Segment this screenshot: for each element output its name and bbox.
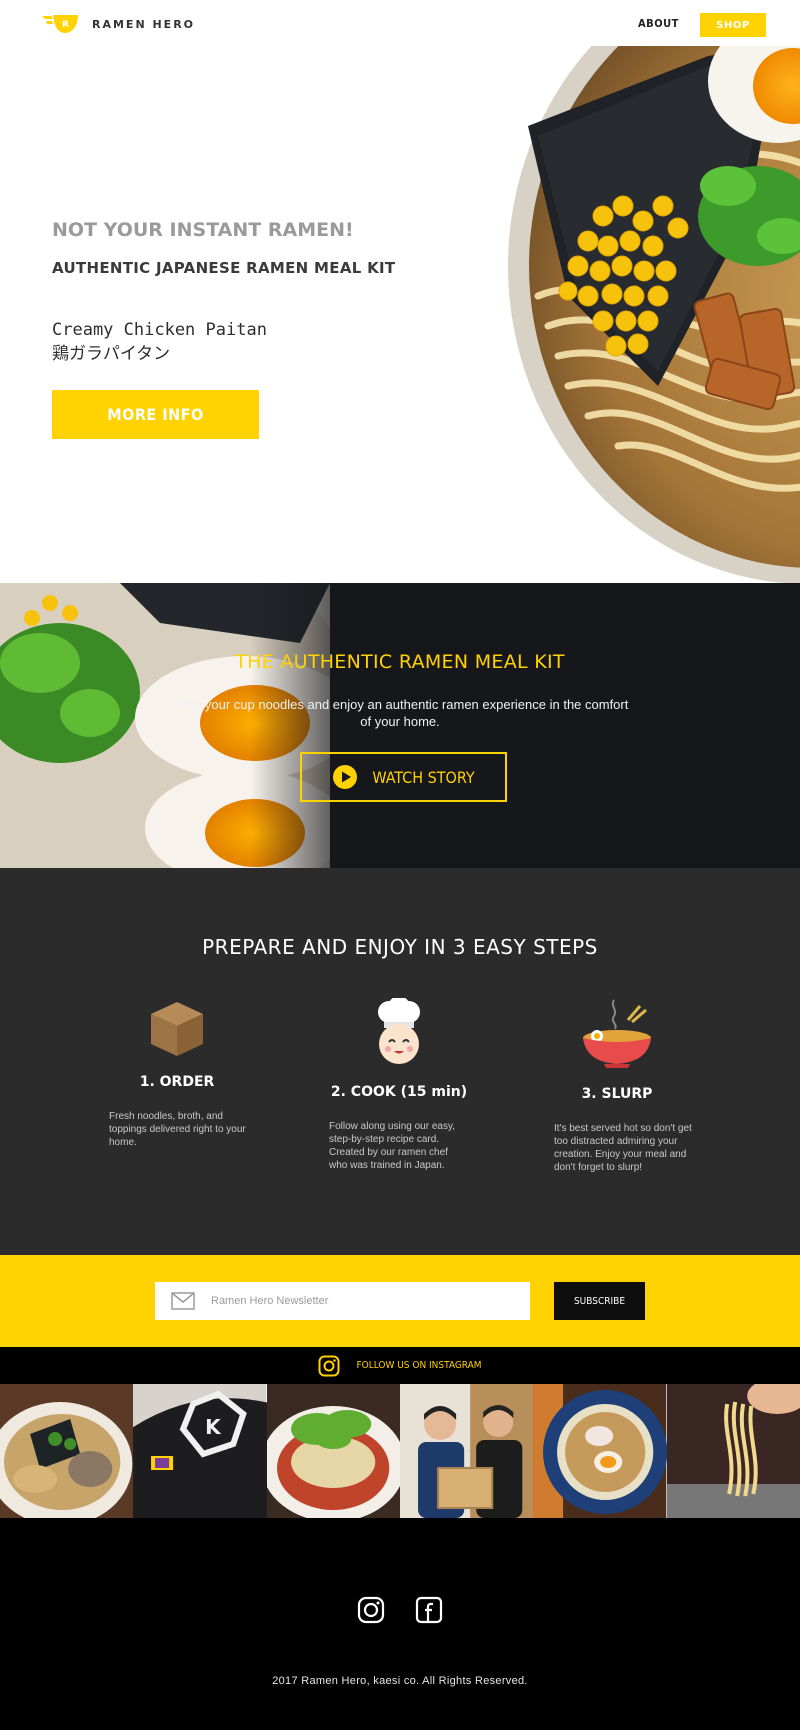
instagram-gallery: K — [0, 1384, 800, 1518]
watch-story-button[interactable]: WATCH STORY — [300, 752, 507, 802]
box-icon — [151, 1002, 203, 1056]
instagram-follow-label: FOLLOW US ON INSTAGRAM — [356, 1360, 482, 1371]
newsletter-email-input[interactable] — [211, 1295, 511, 1307]
chef-icon — [378, 998, 420, 1064]
gallery-photo-team[interactable] — [399, 1384, 534, 1518]
step-slurp-text: It's best served hot so don't get too di… — [554, 1123, 692, 1173]
site-header: R RAMEN HERO ABOUT SHOP — [0, 0, 800, 46]
copyright-text: 2017 Ramen Hero, kaesi co. All Rights Re… — [272, 1675, 528, 1687]
watch-story-label: WATCH STORY — [372, 767, 475, 787]
play-icon — [333, 765, 358, 789]
newsletter-section: SUBSCRIBE — [0, 1255, 800, 1347]
hero-tagline: NOT YOUR INSTANT RAMEN! — [52, 219, 354, 241]
gallery-photo-cap[interactable]: K — [133, 1384, 267, 1518]
svg-text:R: R — [62, 20, 69, 30]
logo[interactable]: R RAMEN HERO — [42, 14, 195, 34]
ramen-bowl-icon — [583, 999, 651, 1068]
step-slurp: 3. SLURP It's best served hot so don't g… — [527, 998, 707, 1174]
step-cook-label: 2. COOK (15 min) — [330, 1084, 468, 1100]
story-title: THE AUTHENTIC RAMEN MEAL KIT — [235, 651, 565, 673]
steps-title: PREPARE AND ENJOY IN 3 EASY STEPS — [202, 935, 598, 959]
ramen-bowl-image — [508, 46, 800, 583]
hero-product-name: Creamy Chicken Paitan 鶏ガラパイタン — [52, 318, 267, 366]
step-order-label: 1. ORDER — [139, 1074, 215, 1090]
hero-section: NOT YOUR INSTANT RAMEN! AUTHENTIC JAPANE… — [0, 46, 800, 583]
subscribe-button[interactable]: SUBSCRIBE — [554, 1282, 645, 1320]
more-info-button[interactable]: MORE INFO — [52, 390, 259, 439]
instagram-icon — [318, 1355, 340, 1376]
facebook-icon[interactable] — [415, 1596, 443, 1624]
gallery-photo-ramen-bowl[interactable] — [0, 1384, 134, 1518]
product-name-jp: 鶏ガラパイタン — [52, 344, 171, 364]
hero-title: AUTHENTIC JAPANESE RAMEN MEAL KIT — [52, 259, 396, 277]
logo-icon: R — [42, 15, 78, 33]
step-order: 1. ORDER Fresh noodles, broth, and toppi… — [87, 998, 267, 1149]
step-order-text: Fresh noodles, broth, and toppings deliv… — [109, 1111, 246, 1148]
gallery-photo-noodle-lift[interactable] — [666, 1384, 800, 1518]
mail-icon — [171, 1292, 195, 1310]
step-cook-text: Follow along using our easy, step-by-ste… — [329, 1121, 455, 1171]
instagram-icon[interactable] — [357, 1596, 385, 1624]
product-name-en: Creamy Chicken Paitan — [52, 320, 267, 340]
gallery-photo-blue-bowl[interactable] — [533, 1384, 667, 1518]
steps-section: PREPARE AND ENJOY IN 3 EASY STEPS 1. ORD… — [0, 868, 800, 1255]
nav-shop-button[interactable]: SHOP — [700, 13, 766, 37]
instagram-follow-link[interactable]: FOLLOW US ON INSTAGRAM — [0, 1347, 800, 1384]
site-footer: 2017 Ramen Hero, kaesi co. All Rights Re… — [0, 1518, 800, 1730]
step-slurp-label: 3. SLURP — [581, 1086, 653, 1102]
gallery-photo-spicy-ramen[interactable] — [266, 1384, 400, 1518]
step-cook: 2. COOK (15 min) Follow along using our … — [309, 998, 489, 1172]
svg-text:K: K — [206, 1415, 223, 1439]
social-links — [0, 1596, 800, 1624]
story-description: Ditch your cup noodles and enjoy an auth… — [171, 697, 629, 729]
nav-about-link[interactable]: ABOUT — [638, 17, 679, 30]
newsletter-input-wrapper — [155, 1282, 530, 1320]
story-section: THE AUTHENTIC RAMEN MEAL KIT Ditch your … — [0, 583, 800, 868]
brand-name: RAMEN HERO — [92, 17, 196, 31]
